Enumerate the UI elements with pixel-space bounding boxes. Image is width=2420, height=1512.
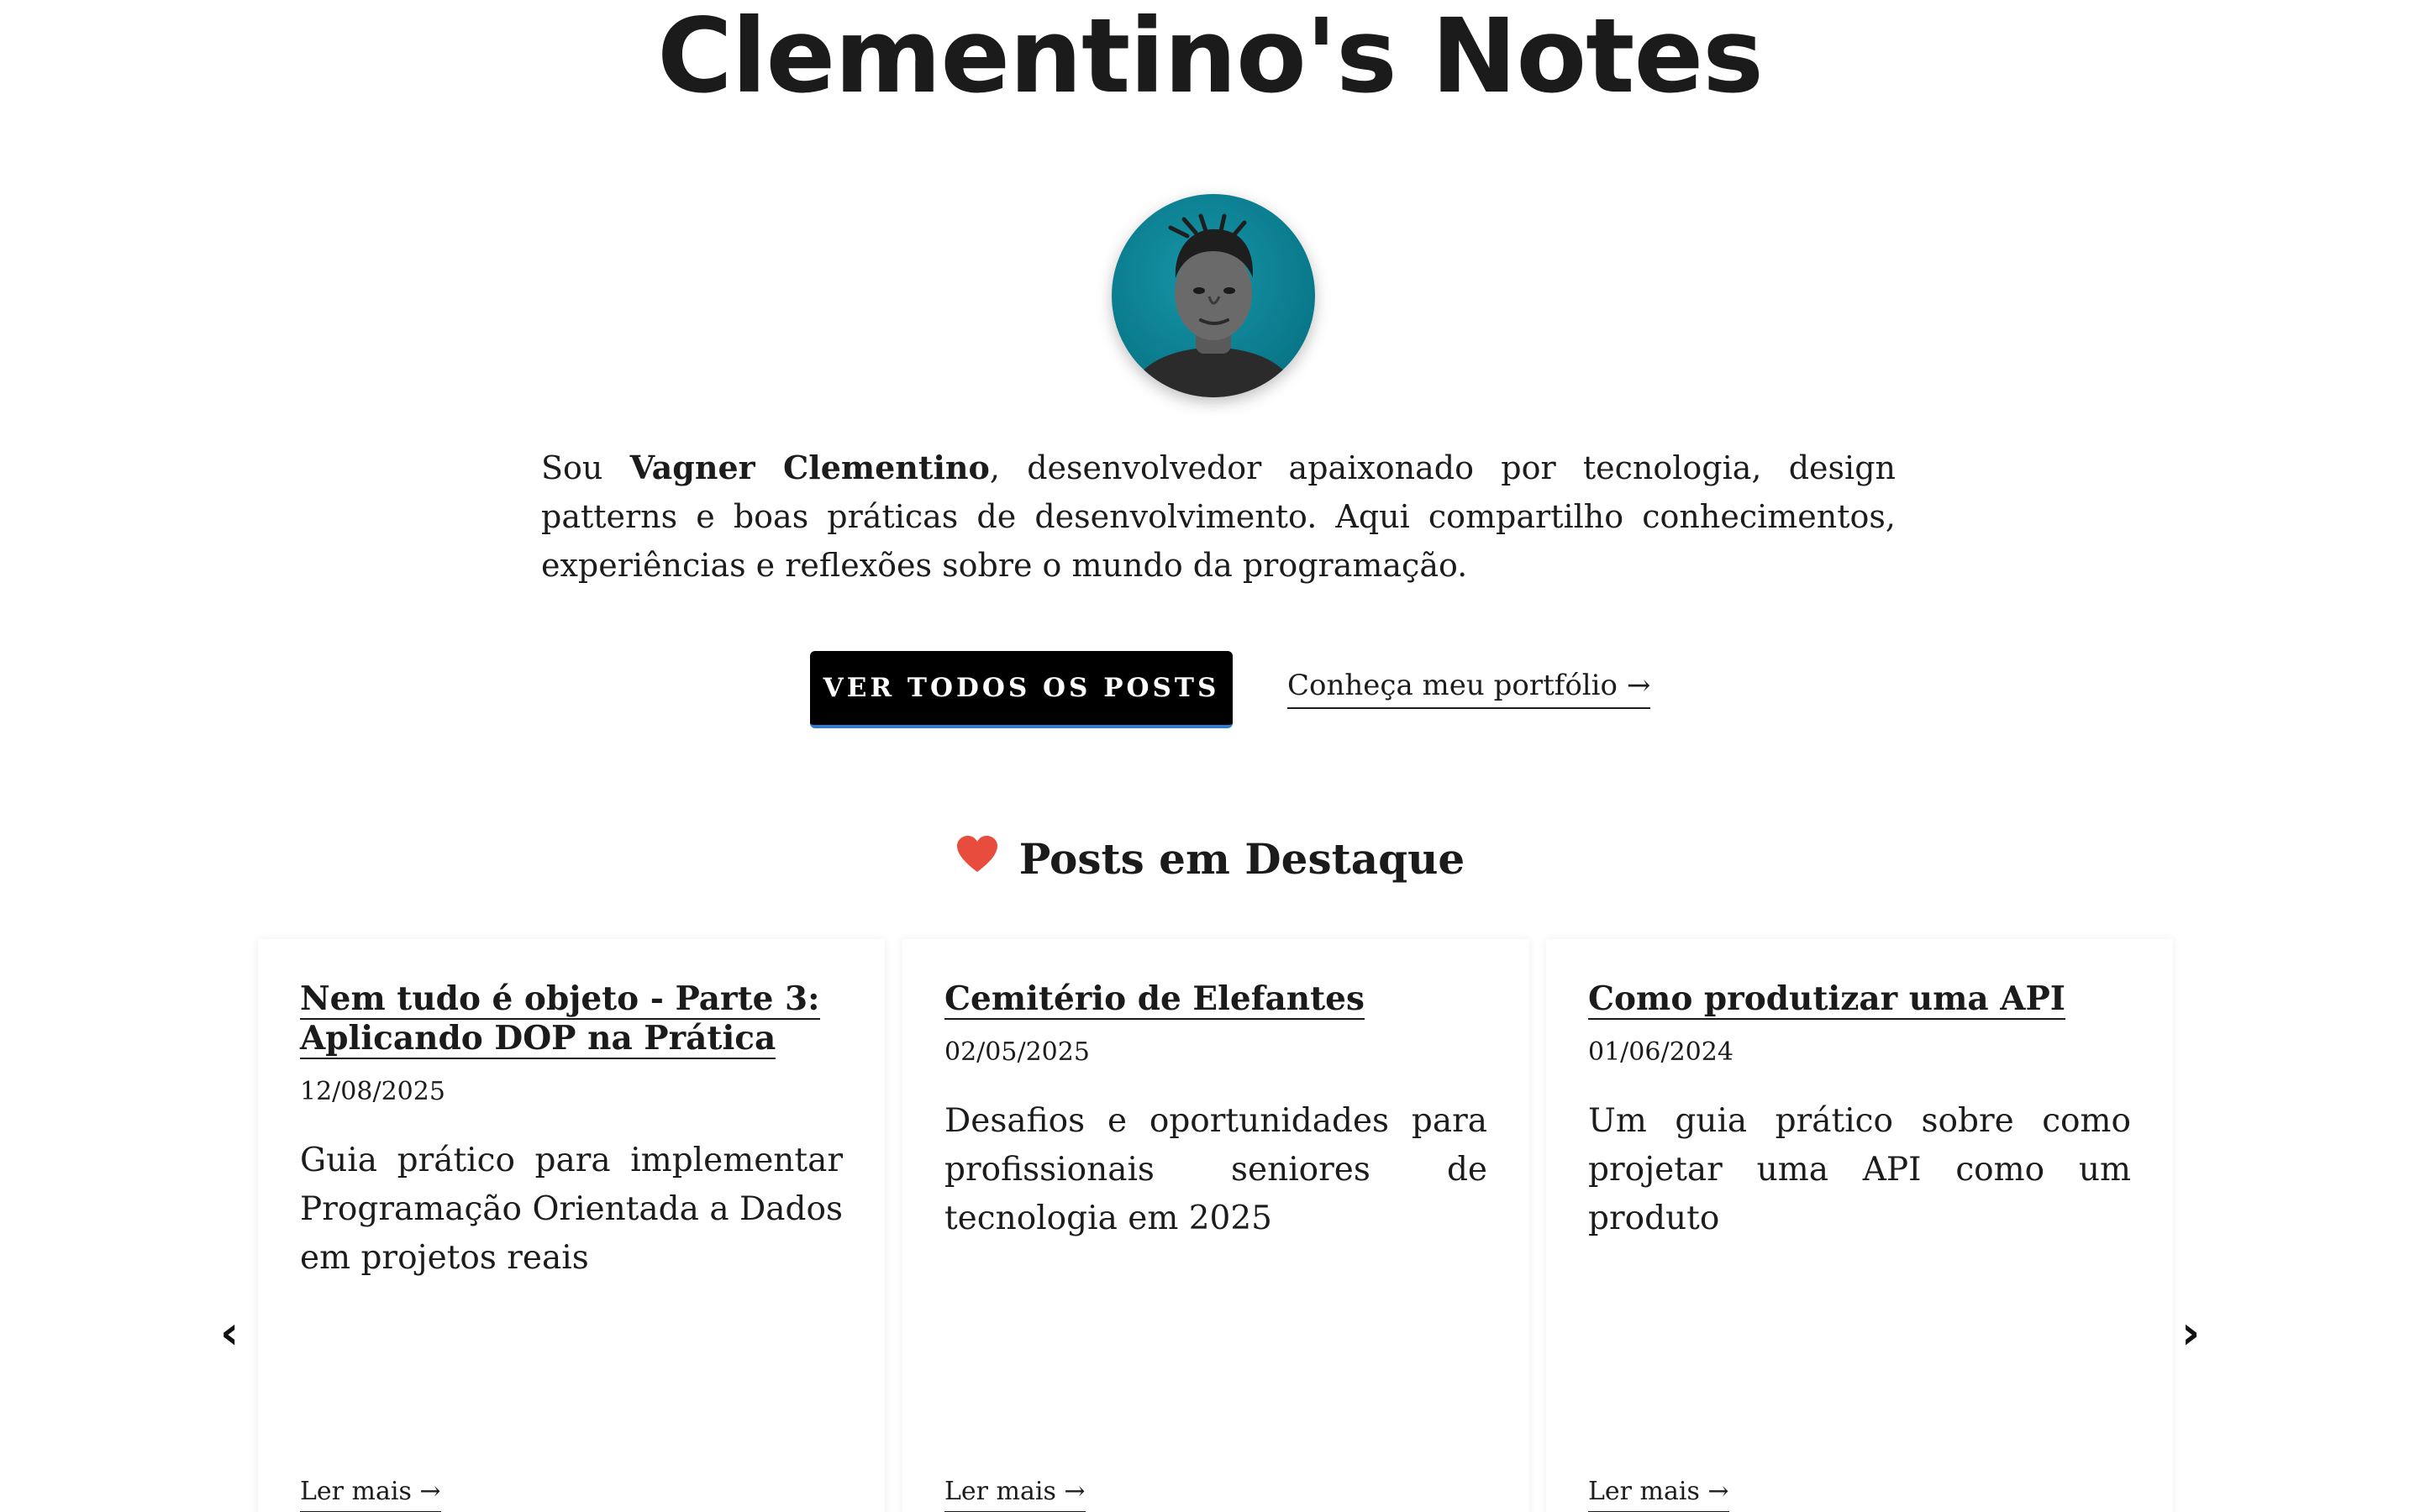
carousel-prev-button[interactable]: ‹ xyxy=(220,1310,239,1356)
read-more-link[interactable]: Ler mais → xyxy=(300,1477,441,1512)
post-title-heading: Como produtizar uma API xyxy=(1588,979,2131,1020)
post-card: Nem tudo é objeto - Parte 3: Aplicando D… xyxy=(258,939,885,1512)
post-date: 01/06/2024 xyxy=(1588,1037,1733,1067)
post-description: Desafios e oportunidades para profission… xyxy=(944,1102,1487,1237)
heart-icon xyxy=(955,830,999,889)
read-more-link[interactable]: Ler mais → xyxy=(1588,1477,1729,1512)
avatar-portrait xyxy=(1128,213,1298,397)
post-description: Um guia prático sobre como projetar uma … xyxy=(1588,1102,2131,1237)
site-title: Clementino's Notes xyxy=(657,0,1764,116)
avatar xyxy=(1112,194,1315,397)
post-description: Guia prático para implementar Programaçã… xyxy=(300,1142,843,1277)
carousel-next-button[interactable]: › xyxy=(2181,1310,2200,1356)
featured-heading-text: Posts em Destaque xyxy=(1018,834,1465,884)
featured-heading: Posts em Destaque xyxy=(0,830,2420,892)
post-date: 02/05/2025 xyxy=(944,1037,1090,1067)
post-date: 12/08/2025 xyxy=(300,1077,445,1106)
post-card: Como produtizar uma API 01/06/2024 Um gu… xyxy=(1546,939,2173,1512)
intro-text: Sou Vagner Clementino, desenvolvedor apa… xyxy=(541,444,1896,590)
post-title-heading: Nem tudo é objeto - Parte 3: Aplicando D… xyxy=(300,979,843,1059)
post-title-link[interactable]: Como produtizar uma API xyxy=(1588,979,2066,1020)
all-posts-button[interactable]: VER TODOS OS POSTS xyxy=(810,651,1233,728)
author-name: Vagner Clementino xyxy=(629,449,990,486)
intro-prefix: Sou xyxy=(541,449,630,486)
read-more-link[interactable]: Ler mais → xyxy=(944,1477,1086,1512)
post-card: Cemitério de Elefantes 02/05/2025 Desafi… xyxy=(902,939,1529,1512)
portfolio-link[interactable]: Conheça meu portfólio → xyxy=(1287,669,1651,709)
post-title-link[interactable]: Nem tudo é objeto - Parte 3: Aplicando D… xyxy=(300,979,820,1059)
post-title-heading: Cemitério de Elefantes xyxy=(944,979,1487,1020)
post-title-link[interactable]: Cemitério de Elefantes xyxy=(944,979,1365,1020)
